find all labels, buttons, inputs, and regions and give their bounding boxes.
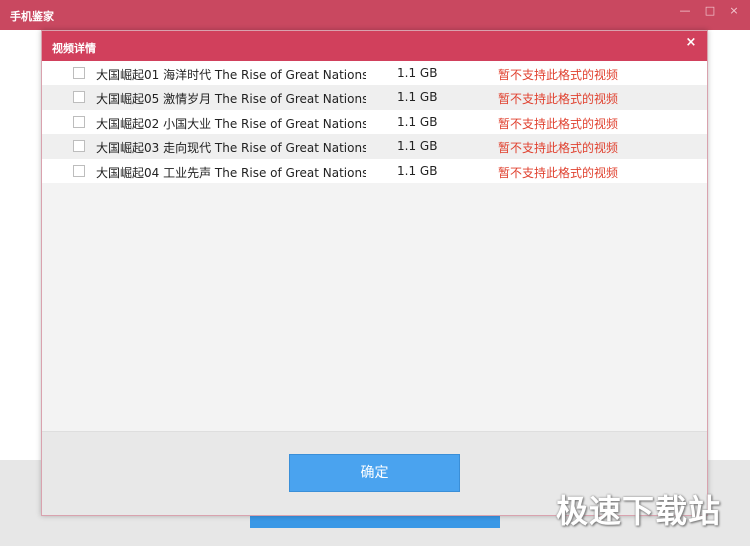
close-icon[interactable]: × (683, 35, 699, 51)
file-list: 大国崛起01 海洋时代 The Rise of Great Nations...… (42, 61, 707, 183)
confirm-button[interactable]: 确定 (289, 454, 460, 492)
list-item[interactable]: 大国崛起01 海洋时代 The Rise of Great Nations...… (42, 61, 707, 85)
file-name: 大国崛起01 海洋时代 The Rise of Great Nations...… (96, 68, 366, 82)
file-status: 暂不支持此格式的视频 (498, 116, 619, 131)
file-size: 1.1 GB (397, 66, 438, 80)
file-size: 1.1 GB (397, 139, 438, 154)
file-status: 暂不支持此格式的视频 (498, 68, 619, 82)
row-checkbox[interactable] (73, 115, 85, 128)
list-item[interactable]: 大国崛起04 工业先声 The Rise of Great Nations...… (42, 159, 707, 183)
watermark-logo: 极速下载站 (556, 492, 722, 530)
dialog-header: 视频详情 × (42, 31, 707, 61)
file-status: 暂不支持此格式的视频 (498, 141, 619, 156)
list-item[interactable]: 大国崛起02 小国大业 The Rise of Great Nations...… (42, 110, 707, 134)
file-name: 大国崛起05 激情岁月 The Rise of Great Nations...… (96, 92, 366, 107)
row-checkbox[interactable] (73, 164, 85, 177)
list-item[interactable]: 大国崛起03 走向现代 The Rise of Great Nations...… (42, 134, 707, 159)
list-item[interactable]: 大国崛起05 激情岁月 The Rise of Great Nations...… (42, 85, 707, 110)
minimize-icon[interactable]: — (675, 3, 695, 19)
row-checkbox[interactable] (73, 91, 85, 104)
file-name: 大国崛起04 工业先声 The Rise of Great Nations...… (96, 165, 366, 180)
file-size: 1.1 GB (397, 163, 438, 178)
row-checkbox[interactable] (73, 140, 85, 153)
row-checkbox[interactable] (73, 67, 85, 79)
file-status: 暂不支持此格式的视频 (498, 92, 619, 107)
file-size: 1.1 GB (397, 114, 438, 129)
file-status: 暂不支持此格式的视频 (498, 165, 619, 180)
close-window-icon[interactable]: × (724, 3, 744, 19)
app-titlebar: 手机鉴家 — □ × (0, 0, 750, 30)
dialog-title: 视频详情 (52, 42, 96, 55)
video-details-dialog: 视频详情 × 大国崛起01 海洋时代 The Rise of Great Nat… (41, 30, 708, 516)
app-title: 手机鉴家 (10, 10, 54, 23)
file-name: 大国崛起03 走向现代 The Rise of Great Nations...… (96, 141, 366, 156)
maximize-icon[interactable]: □ (700, 3, 720, 19)
file-size: 1.1 GB (397, 90, 438, 105)
file-name: 大国崛起02 小国大业 The Rise of Great Nations...… (96, 116, 366, 131)
